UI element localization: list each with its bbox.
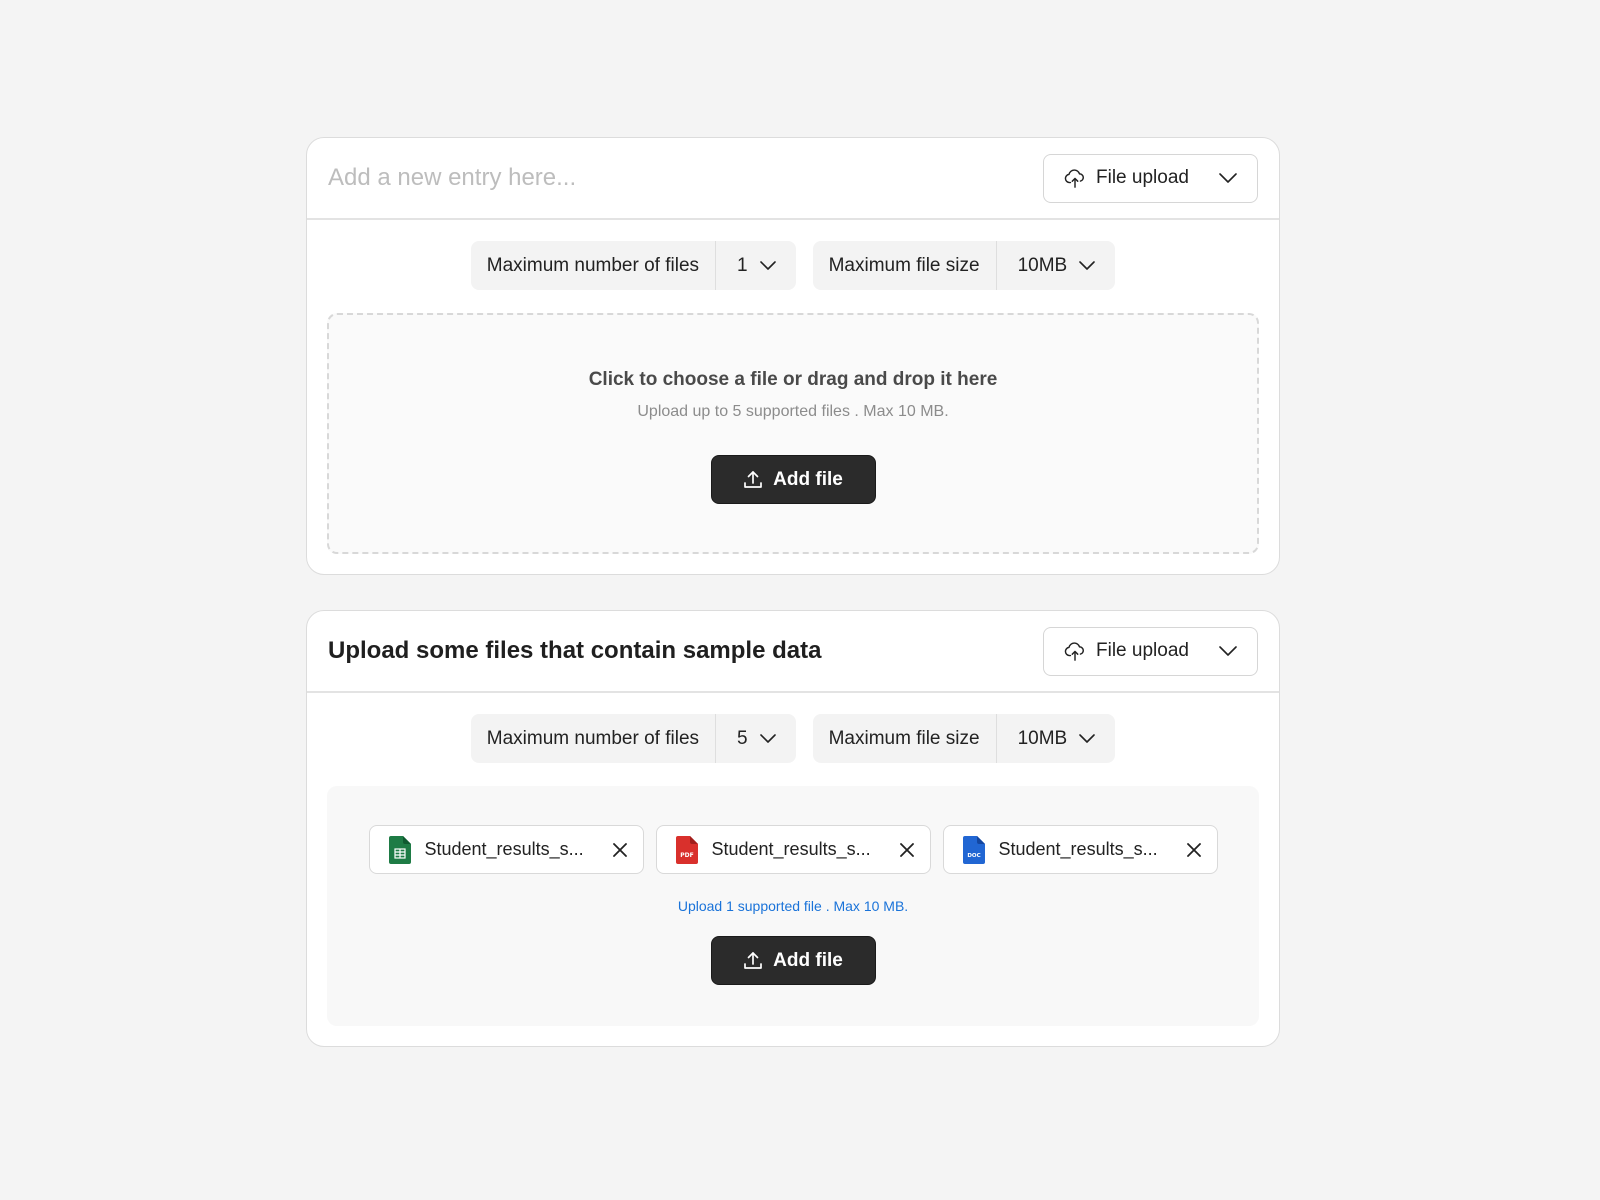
max-files-label: Maximum number of files [471,241,717,290]
upload-settings: Maximum number of files 5 Maximum file s… [307,714,1279,763]
file-chip: Student_results_s... [368,825,644,874]
new-entry-input[interactable] [328,164,928,192]
add-file-label: Add file [773,949,843,971]
chevron-down-icon [1079,261,1096,270]
upload-config-card-empty: File upload Maximum number of files 1 Ma… [306,137,1280,575]
add-file-button[interactable]: Add file [710,936,876,985]
uploaded-files-area[interactable]: Student_results_s... PDF Student_results… [327,786,1259,1026]
close-icon[interactable] [1186,842,1201,857]
card-header: Upload some files that contain sample da… [307,611,1279,693]
spreadsheet-file-icon [388,835,411,864]
file-chip: PDF Student_results_s... [655,825,931,874]
card-title[interactable]: Upload some files that contain sample da… [328,637,821,665]
max-size-label: Maximum file size [813,714,997,763]
upload-icon [743,951,763,971]
chevron-down-icon [1079,734,1096,743]
max-size-control: Maximum file size 10MB [812,714,1116,763]
file-name: Student_results_s... [998,839,1158,859]
max-size-select[interactable]: 10MB [997,714,1116,763]
add-file-label: Add file [773,468,843,490]
field-type-dropdown[interactable]: File upload [1043,153,1258,203]
field-type-dropdown[interactable]: File upload [1043,626,1258,676]
max-size-value: 10MB [1017,727,1068,749]
file-name: Student_results_s... [424,839,584,859]
dropzone-title: Click to choose a file or drag and drop … [588,369,998,390]
max-size-select[interactable]: 10MB [997,241,1116,290]
pdf-file-icon: PDF [675,835,698,864]
svg-text:PDF: PDF [680,852,693,859]
upload-config-card-files: Upload some files that contain sample da… [306,610,1280,1047]
svg-text:DOC: DOC [967,853,980,859]
upload-icon [743,470,763,490]
chevron-down-icon [759,261,776,270]
dropzone-subtitle: Upload up to 5 supported files . Max 10 … [637,403,949,420]
field-type-label: File upload [1096,640,1189,661]
file-dropzone[interactable]: Click to choose a file or drag and drop … [327,313,1259,554]
upload-limit-note: Upload 1 supported file . Max 10 MB. [677,898,909,914]
close-icon[interactable] [612,842,627,857]
close-icon[interactable] [899,842,914,857]
chevron-down-icon [1219,173,1237,183]
file-chip: DOC Student_results_s... [942,825,1218,874]
max-files-value: 5 [737,727,748,749]
max-files-select[interactable]: 1 [716,241,796,290]
doc-file-icon: DOC [962,835,985,864]
max-files-control: Maximum number of files 1 [470,241,796,290]
max-size-control: Maximum file size 10MB [812,241,1116,290]
card-header: File upload [307,138,1279,220]
max-files-control: Maximum number of files 5 [470,714,796,763]
chevron-down-icon [759,734,776,743]
max-files-select[interactable]: 5 [716,714,796,763]
max-size-label: Maximum file size [813,241,997,290]
max-size-value: 10MB [1017,254,1068,276]
chevron-down-icon [1219,646,1237,656]
file-name: Student_results_s... [711,839,871,859]
cloud-upload-icon [1064,168,1086,188]
max-files-value: 1 [737,254,748,276]
file-chip-list: Student_results_s... PDF Student_results… [327,825,1259,874]
upload-settings: Maximum number of files 1 Maximum file s… [307,241,1279,290]
max-files-label: Maximum number of files [471,714,717,763]
add-file-button[interactable]: Add file [710,455,876,504]
cloud-upload-icon [1064,641,1086,661]
field-type-label: File upload [1096,167,1189,188]
